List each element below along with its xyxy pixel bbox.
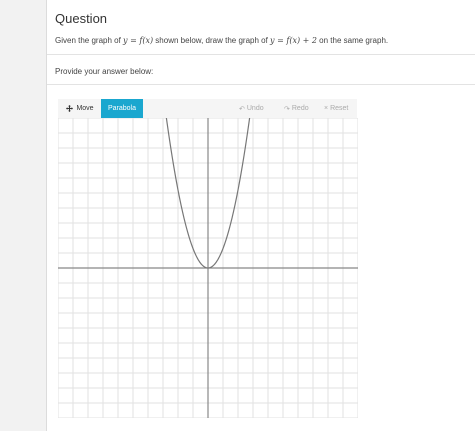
move-tool-button[interactable]: Move — [61, 99, 99, 118]
reset-button[interactable]: × Reset — [324, 99, 348, 118]
parabola-tool-button[interactable]: Parabola — [101, 99, 143, 118]
move-icon — [66, 105, 74, 112]
question-text-part: shown below, draw the graph of — [153, 36, 271, 45]
close-icon: × — [324, 105, 329, 112]
reset-label: Reset — [330, 105, 349, 112]
math-expression: y = f(x) — [123, 36, 154, 45]
question-panel: Question Given the graph of y = f(x) sho… — [46, 0, 475, 431]
question-text-part: on the same graph. — [316, 36, 389, 45]
math-expression: y = f(x) + 2 — [270, 36, 317, 45]
graph-toolbar: Move Parabola ↶ Undo ↷ Redo × Reset — [58, 99, 357, 118]
answer-prompt: Provide your answer below: — [55, 67, 154, 76]
divider — [47, 54, 475, 55]
question-text-part: Given the graph of — [55, 36, 124, 45]
redo-label: Redo — [291, 105, 309, 112]
redo-icon: ↷ — [284, 105, 290, 113]
undo-button[interactable]: ↶ Undo — [239, 99, 264, 118]
undo-icon: ↶ — [239, 105, 245, 113]
question-text: Given the graph of y = f(x) shown below,… — [55, 36, 388, 45]
question-heading: Question — [55, 11, 108, 26]
divider — [47, 84, 475, 85]
redo-button[interactable]: ↷ Redo — [284, 99, 309, 118]
undo-label: Undo — [246, 105, 264, 112]
graph-canvas[interactable] — [58, 118, 358, 418]
move-tool-label: Move — [76, 105, 94, 112]
